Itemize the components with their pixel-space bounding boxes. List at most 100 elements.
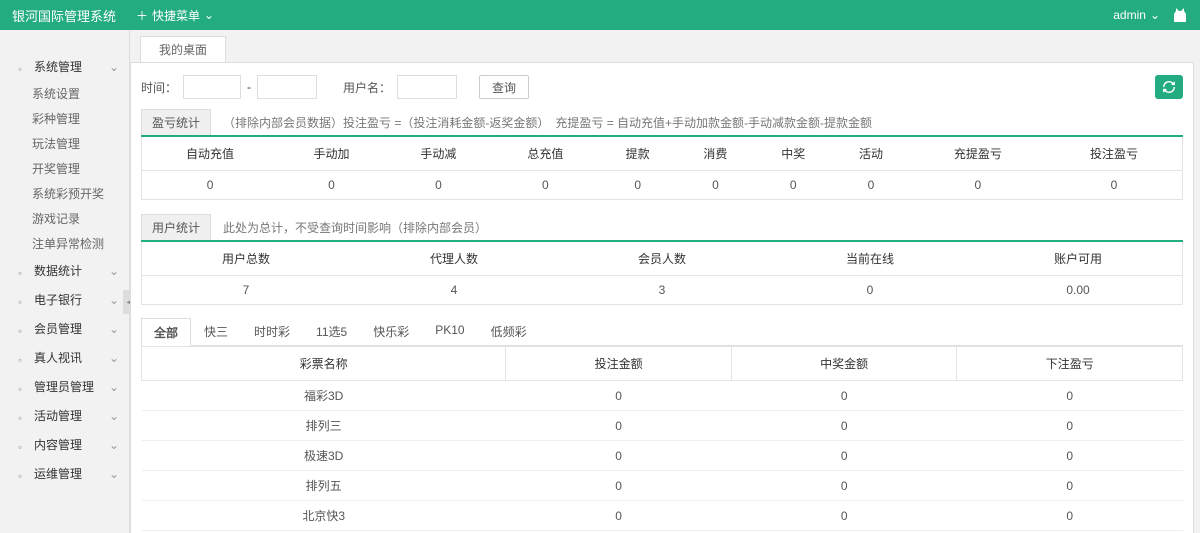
col-header: 中奖	[754, 137, 832, 171]
sidebar-group-4[interactable]: ◦真人视讯⌄	[0, 343, 129, 372]
sidebar-group-3[interactable]: ◦会员管理⌄	[0, 314, 129, 343]
section-profit-desc: （排除内部会员数据）投注盈亏 =（投注消耗金额-返奖金额） 充提盈亏 = 自动充…	[211, 114, 872, 131]
cell: 0	[278, 171, 385, 200]
table-row: 北京快3000	[142, 501, 1183, 531]
subtab-1[interactable]: 快三	[191, 317, 241, 345]
brand: 银河国际管理系统	[12, 6, 116, 25]
cell: 0	[506, 471, 732, 501]
subtab-6[interactable]: 低频彩	[478, 317, 540, 345]
sidebar-group-7[interactable]: ◦内容管理⌄	[0, 430, 129, 459]
cell: 0	[1046, 171, 1182, 200]
dash: -	[247, 80, 251, 94]
menu-icon: ◦	[18, 411, 28, 421]
sidebar-item[interactable]: 开奖管理	[0, 156, 129, 181]
cell: 北京快3	[142, 501, 506, 531]
menu-icon: ◦	[18, 469, 28, 479]
cell: 0	[957, 441, 1183, 471]
col-header: 活动	[832, 137, 910, 171]
subtab-4[interactable]: 快乐彩	[360, 317, 422, 345]
chevron-down-icon: ⌄	[109, 380, 119, 394]
section-profit-tab: 盈亏统计	[141, 109, 211, 135]
sidebar-group-8[interactable]: ◦运维管理⌄	[0, 459, 129, 488]
subtab-0[interactable]: 全部	[141, 318, 191, 346]
table-row: 排列三000	[142, 411, 1183, 441]
table-row: 排列五000	[142, 471, 1183, 501]
menu-icon: ◦	[18, 440, 28, 450]
user-stats-table: 用户总数代理人数会员人数当前在线账户可用74300.00	[141, 242, 1183, 305]
cell: 0	[506, 441, 732, 471]
col-header: 提款	[599, 137, 677, 171]
cell: 4	[350, 276, 558, 305]
time-from-input[interactable]	[183, 75, 241, 99]
cell: 排列三	[142, 411, 506, 441]
col-header: 当前在线	[766, 242, 974, 276]
sidebar-group-2[interactable]: ◦电子银行⌄	[0, 285, 129, 314]
cell: 7	[142, 276, 350, 305]
filter-bar: 时间： - 用户名： 查询	[131, 71, 1193, 103]
sidebar-item[interactable]: 彩种管理	[0, 106, 129, 131]
cell: 0	[731, 471, 957, 501]
menu-icon: ◦	[18, 324, 28, 334]
chevron-down-icon: ⌄	[109, 322, 119, 336]
col-header: 总充值	[492, 137, 599, 171]
user-menu[interactable]: admin ⌄	[1113, 8, 1160, 22]
cell: 0	[385, 171, 492, 200]
cell: 0	[957, 381, 1183, 411]
sidebar-item[interactable]: 系统彩预开奖	[0, 181, 129, 206]
section-user-desc: 此处为总计，不受查询时间影响（排除内部会员）	[211, 219, 487, 236]
col-header: 用户总数	[142, 242, 350, 276]
chevron-down-icon: ⌄	[109, 351, 119, 365]
sidebar-group-6[interactable]: ◦活动管理⌄	[0, 401, 129, 430]
sidebar-item[interactable]: 系统设置	[0, 81, 129, 106]
sidebar-group-5[interactable]: ◦管理员管理⌄	[0, 372, 129, 401]
cell: 排列五	[142, 471, 506, 501]
cell: 0	[832, 171, 910, 200]
menu-icon: ◦	[18, 62, 28, 72]
sidebar: ◦系统管理⌄系统设置彩种管理玩法管理开奖管理系统彩预开奖游戏记录注单异常检测◦数…	[0, 30, 130, 533]
username-input[interactable]	[397, 75, 457, 99]
col-header: 投注金额	[506, 347, 732, 381]
cell: 0	[910, 171, 1046, 200]
subtab-5[interactable]: PK10	[422, 317, 477, 345]
menu-icon: ◦	[18, 266, 28, 276]
subtab-2[interactable]: 时时彩	[241, 317, 303, 345]
col-header: 下注盈亏	[957, 347, 1183, 381]
col-header: 充提盈亏	[910, 137, 1046, 171]
cell: 福彩3D	[142, 381, 506, 411]
refresh-icon	[1162, 80, 1176, 94]
table-row: 福彩3D000	[142, 381, 1183, 411]
user-label: 用户名：	[343, 79, 391, 96]
quick-menu[interactable]: ＋ 快捷菜单 ⌄	[136, 7, 214, 24]
col-header: 消费	[677, 137, 755, 171]
refresh-button[interactable]	[1155, 75, 1183, 99]
lottery-subtabs: 全部快三时时彩11选5快乐彩PK10低频彩	[141, 317, 1183, 346]
search-button[interactable]: 查询	[479, 75, 529, 99]
time-to-input[interactable]	[257, 75, 317, 99]
sidebar-item[interactable]: 玩法管理	[0, 131, 129, 156]
col-header: 自动充值	[142, 137, 278, 171]
sidebar-group-1[interactable]: ◦数据统计⌄	[0, 256, 129, 285]
cell: 0	[142, 171, 278, 200]
cell: 0	[731, 381, 957, 411]
col-header: 彩票名称	[142, 347, 506, 381]
cell: 0	[599, 171, 677, 200]
menu-icon: ◦	[18, 353, 28, 363]
tab-desktop[interactable]: 我的桌面	[140, 36, 226, 62]
sidebar-item[interactable]: 游戏记录	[0, 206, 129, 231]
theme-icon[interactable]	[1172, 7, 1188, 23]
sidebar-item[interactable]: 注单异常检测	[0, 231, 129, 256]
lottery-table: 彩票名称投注金额中奖金额下注盈亏福彩3D000排列三000极速3D000排列五0…	[141, 346, 1183, 533]
chevron-down-icon: ⌄	[109, 467, 119, 481]
sidebar-group-0[interactable]: ◦系统管理⌄	[0, 52, 129, 81]
cell: 0	[731, 501, 957, 531]
cell: 极速3D	[142, 441, 506, 471]
cell: 0	[506, 411, 732, 441]
col-header: 投注盈亏	[1046, 137, 1182, 171]
section-user-tab: 用户统计	[141, 214, 211, 240]
cell: 0	[506, 381, 732, 411]
col-header: 中奖金额	[731, 347, 957, 381]
subtab-3[interactable]: 11选5	[303, 317, 360, 345]
top-header: 银河国际管理系统 ＋ 快捷菜单 ⌄ admin ⌄	[0, 0, 1200, 30]
chevron-down-icon: ⌄	[204, 8, 214, 22]
col-header: 账户可用	[974, 242, 1182, 276]
